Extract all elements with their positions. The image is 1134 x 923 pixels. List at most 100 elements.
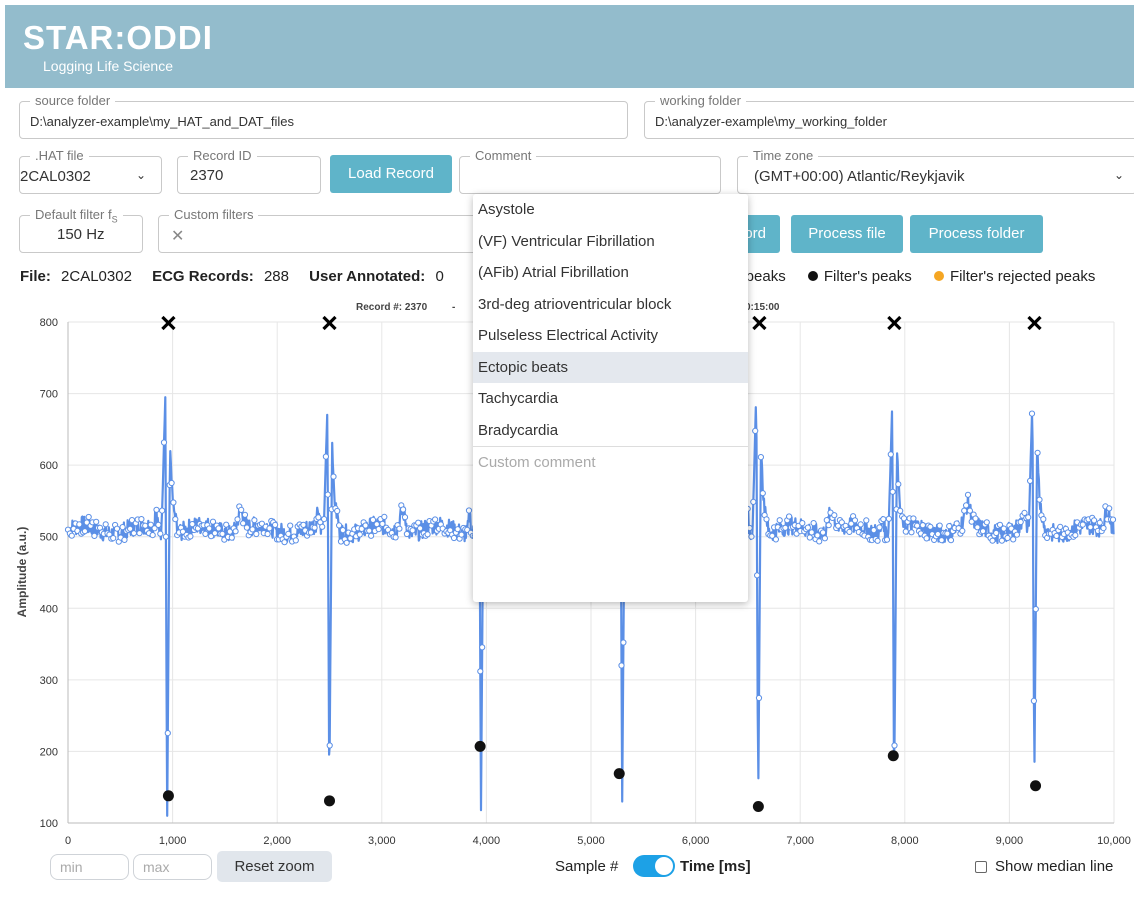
custom-filters-label: Custom filters: [169, 207, 259, 223]
sample-point: [814, 532, 821, 539]
dropdown-option[interactable]: (AFib) Atrial Fibrillation: [473, 257, 748, 289]
sample-point: [319, 523, 326, 530]
hat-file-select[interactable]: .HAT file 2CAL0302 ⌄: [19, 148, 162, 194]
sample-point: [232, 528, 239, 535]
show-median-checkbox[interactable]: [975, 861, 987, 873]
sample-point: [1034, 449, 1041, 456]
sample-point: [136, 530, 143, 537]
dropdown-option[interactable]: Pulseless Electrical Activity: [473, 320, 748, 352]
time-zone-select[interactable]: Time zone (GMT+00:00) Atlantic/Reykjavik…: [737, 148, 1134, 194]
record-id-field[interactable]: Record ID 2370: [177, 148, 321, 194]
rejected-beat-x-marker[interactable]: [1027, 315, 1042, 331]
file-label: File:: [20, 268, 51, 285]
sample-point: [989, 537, 996, 544]
working-folder-label: working folder: [655, 93, 746, 109]
filter-peak-marker[interactable]: [752, 801, 764, 813]
dropdown-option[interactable]: Ectopic beats: [473, 351, 748, 383]
sample-point: [477, 668, 484, 675]
sample-point: [130, 530, 137, 537]
process-folder-button[interactable]: Process folder: [910, 215, 1043, 253]
sample-point: [1032, 606, 1039, 613]
sample-point: [885, 515, 893, 522]
sample-point: [755, 694, 763, 702]
sample-point: [1027, 477, 1034, 484]
chart-header-left: Record #: 2370: [356, 302, 428, 313]
sample-point: [825, 522, 832, 529]
time-toggle[interactable]: [633, 855, 675, 877]
sample-point: [897, 507, 904, 514]
sample-point: [211, 530, 218, 537]
sample-point: [936, 522, 943, 529]
comment-dropdown[interactable]: Asystole (VF) Ventricular Fibrillation (AF…: [473, 194, 748, 602]
sample-point: [908, 529, 915, 536]
sample-point: [851, 517, 859, 524]
sample-point: [432, 516, 439, 523]
sample-point: [321, 516, 328, 523]
sample-point: [102, 521, 109, 528]
process-file-button[interactable]: Process file: [791, 215, 903, 253]
sample-point: [155, 521, 162, 529]
dropdown-option[interactable]: Tachycardia: [473, 383, 748, 415]
filter-peak-marker[interactable]: [887, 750, 899, 762]
default-filter-field[interactable]: Default filter fS 150 Hz: [19, 207, 143, 253]
sample-point: [454, 526, 461, 533]
sample-point: [243, 524, 250, 531]
zoom-min-input[interactable]: min: [50, 854, 129, 880]
y-tick-label: 700: [40, 389, 58, 401]
sample-point: [857, 521, 864, 528]
load-record-button[interactable]: Load Record: [330, 155, 452, 193]
sample-point: [68, 532, 75, 539]
sample-point: [919, 522, 926, 529]
comment-field[interactable]: Comment: [459, 148, 721, 194]
zoom-max-input[interactable]: max: [133, 854, 212, 880]
filter-peak-marker[interactable]: [162, 790, 174, 802]
sample-point: [786, 513, 793, 520]
sample-point: [763, 516, 770, 523]
custom-comment-input[interactable]: Custom comment: [473, 446, 748, 478]
dropdown-option[interactable]: (VF) Ventricular Fibrillation: [473, 226, 748, 258]
legend: s peaks Filter's peaks Filter's rejected…: [734, 268, 1095, 285]
clear-icon[interactable]: ✕: [171, 226, 184, 246]
sample-point: [874, 537, 881, 544]
sample-point: [324, 491, 331, 498]
chart-header-right: 0:15:00: [745, 302, 780, 313]
ecg-records-value: 288: [263, 268, 289, 285]
sample-point: [479, 644, 486, 651]
tagline: Logging Life Science: [43, 58, 173, 74]
sample-point: [366, 527, 373, 534]
chart-header-sep: -: [452, 302, 455, 313]
custom-filters-field[interactable]: Custom filters ✕: [158, 207, 478, 253]
file-value: 2CAL0302: [61, 268, 132, 285]
time-zone-label: Time zone: [748, 148, 819, 164]
filter-peak-marker[interactable]: [613, 768, 625, 780]
working-folder-field[interactable]: working folder D:\analyzer-example\my_wo…: [644, 93, 1134, 139]
dropdown-option[interactable]: Asystole: [473, 194, 748, 226]
chevron-down-icon: ⌄: [136, 168, 147, 182]
sample-point: [944, 530, 951, 537]
rejected-beat-x-marker[interactable]: [887, 315, 902, 331]
filter-peak-marker[interactable]: [324, 795, 335, 807]
sample-point: [1096, 519, 1103, 526]
sample-point: [85, 513, 92, 521]
sample-point: [782, 524, 789, 531]
reset-zoom-button[interactable]: Reset zoom: [217, 851, 332, 882]
source-folder-field[interactable]: source folder D:\analyzer-example\my_HAT…: [19, 93, 628, 139]
dropdown-option[interactable]: Bradycardia: [473, 415, 748, 447]
filter-peak-marker[interactable]: [1030, 780, 1042, 792]
rejected-beat-x-marker[interactable]: [322, 315, 337, 331]
sample-point: [138, 516, 145, 523]
sample-point: [202, 530, 209, 538]
x-tick-label: 1,000: [159, 835, 187, 847]
toggle-knob: [655, 857, 673, 875]
sample-point: [993, 529, 1000, 537]
rejected-beat-x-marker[interactable]: [752, 315, 767, 331]
filter-peak-marker[interactable]: [474, 740, 486, 752]
sample-point: [381, 513, 388, 521]
x-tick-label: 4,000: [473, 835, 501, 847]
x-tick-label: 6,000: [682, 835, 710, 847]
sample-point: [93, 518, 100, 525]
rejected-peaks-dot: [933, 271, 944, 281]
legend-rejected-peaks[interactable]: Filter's rejected peaks: [933, 268, 1095, 285]
dropdown-option[interactable]: 3rd-deg atrioventricular block: [473, 289, 748, 321]
legend-filter-peaks[interactable]: Filter's peaks: [807, 268, 912, 285]
